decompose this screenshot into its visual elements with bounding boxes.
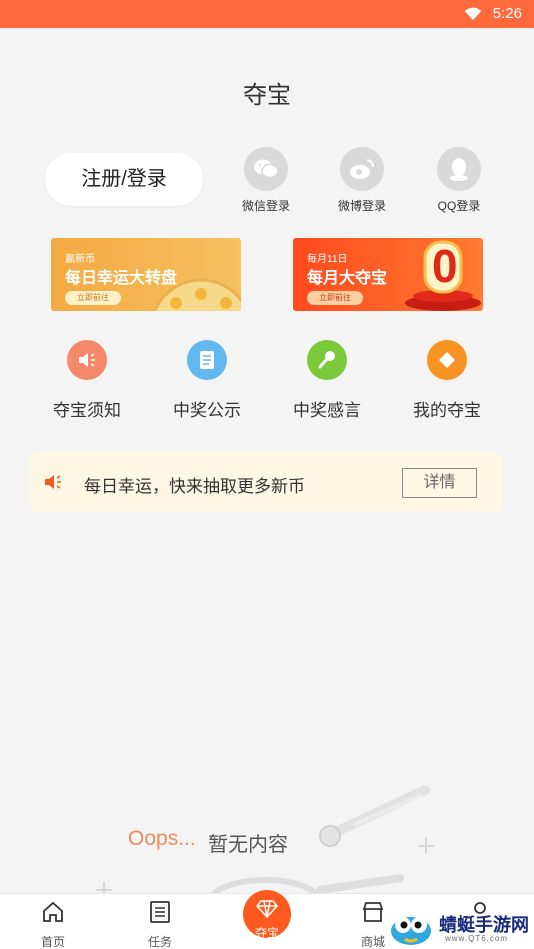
feature-my-treasure[interactable]: 我的夺宝 bbox=[392, 340, 502, 421]
microphone-icon bbox=[307, 340, 347, 380]
zero-badge: 0 bbox=[432, 240, 458, 292]
empty-state: Oops... 暂无内容 bbox=[0, 760, 534, 910]
watermark-logo: 蜻蜓手游网 www.QT6.com bbox=[385, 905, 534, 949]
weibo-icon bbox=[340, 147, 384, 191]
feature-label: 中奖感言 bbox=[293, 401, 361, 420]
qq-icon bbox=[437, 147, 481, 191]
notice-text: 每日幸运，快来抽取更多新币 bbox=[84, 477, 305, 496]
tab-label: 首页 bbox=[40, 935, 65, 949]
page-title: 夺宝 bbox=[243, 82, 291, 109]
speaker-icon bbox=[67, 340, 107, 380]
document-icon bbox=[187, 340, 227, 380]
weibo-login-button[interactable]: 微博登录 bbox=[322, 147, 402, 214]
banner-title: 每月大夺宝 bbox=[307, 270, 388, 287]
register-login-button[interactable]: 注册/登录 bbox=[45, 153, 203, 206]
banner-small-text: 每月11日 bbox=[307, 254, 348, 265]
feature-winner-announcement[interactable]: 中奖公示 bbox=[152, 340, 262, 421]
home-icon bbox=[43, 901, 63, 922]
tab-label: 夺宝 bbox=[254, 926, 279, 940]
diamond-icon bbox=[427, 340, 467, 380]
feature-winner-testimonials[interactable]: 中奖感言 bbox=[272, 340, 382, 421]
lucky-wheel-banner[interactable]: 赢新币 每日幸运大转盘 立即前往 bbox=[51, 238, 241, 311]
diamond-icon bbox=[256, 900, 278, 919]
feature-label: 我的夺宝 bbox=[413, 401, 481, 420]
wechat-icon bbox=[244, 147, 288, 191]
monthly-treasure-banner[interactable]: 每月11日 每月大夺宝 立即前往 0 bbox=[293, 238, 483, 311]
wifi-icon bbox=[464, 7, 482, 20]
status-bar: 5:26 bbox=[0, 0, 534, 28]
feature-label: 夺宝须知 bbox=[53, 401, 121, 420]
qq-login-button[interactable]: QQ登录 bbox=[419, 147, 499, 214]
wheel-icon bbox=[153, 278, 241, 311]
watermark-url: www.QT6.com bbox=[445, 934, 509, 943]
empty-oops-text: Oops... bbox=[128, 827, 196, 850]
empty-message: 暂无内容 bbox=[208, 834, 288, 856]
banner-small-text: 赢新币 bbox=[65, 254, 95, 265]
qq-login-label: QQ登录 bbox=[437, 199, 481, 213]
notice-detail-button[interactable]: 详情 bbox=[402, 468, 477, 498]
list-icon bbox=[150, 901, 170, 923]
banner-go-button[interactable]: 立即前往 bbox=[65, 291, 121, 305]
wechat-login-button[interactable]: 微信登录 bbox=[226, 147, 306, 214]
speaker-icon bbox=[45, 475, 61, 489]
tab-home[interactable]: 首页 bbox=[13, 894, 93, 949]
notice-bar: 每日幸运，快来抽取更多新币 详情 bbox=[30, 452, 502, 512]
weibo-login-label: 微博登录 bbox=[337, 199, 386, 213]
dragonfly-icon bbox=[391, 917, 431, 945]
tab-tasks[interactable]: 任务 bbox=[120, 894, 200, 949]
status-time: 5:26 bbox=[492, 5, 522, 22]
tab-label: 任务 bbox=[147, 935, 172, 949]
feature-treasure-guide[interactable]: 夺宝须知 bbox=[32, 340, 142, 421]
banner-go-button[interactable]: 立即前往 bbox=[307, 291, 363, 305]
wechat-login-label: 微信登录 bbox=[241, 199, 290, 213]
shop-icon bbox=[362, 902, 384, 922]
feature-label: 中奖公示 bbox=[173, 401, 241, 420]
